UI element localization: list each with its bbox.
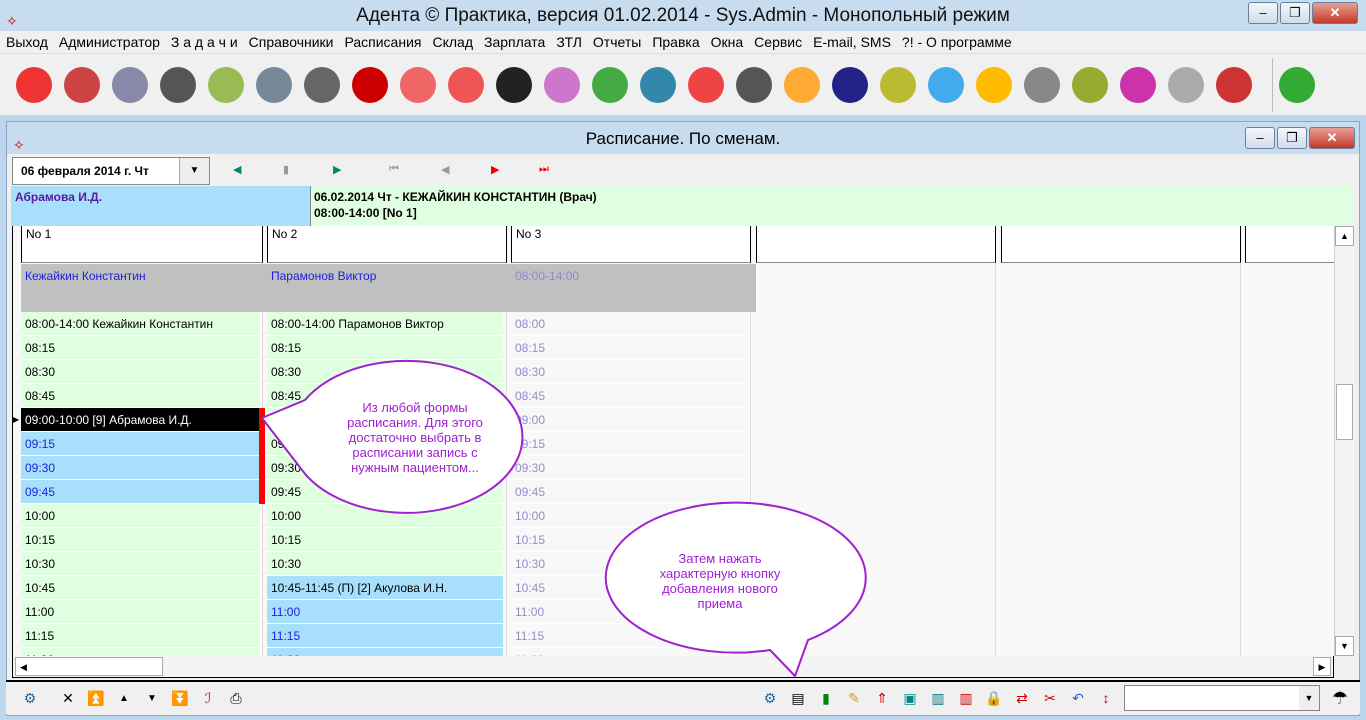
callout-text-first: Из любой формы расписания. Для этого дос… — [347, 400, 483, 475]
callout-layer — [260, 359, 867, 678]
callout-text-second: Затем нажать характерную кнопку добавлен… — [659, 551, 781, 611]
